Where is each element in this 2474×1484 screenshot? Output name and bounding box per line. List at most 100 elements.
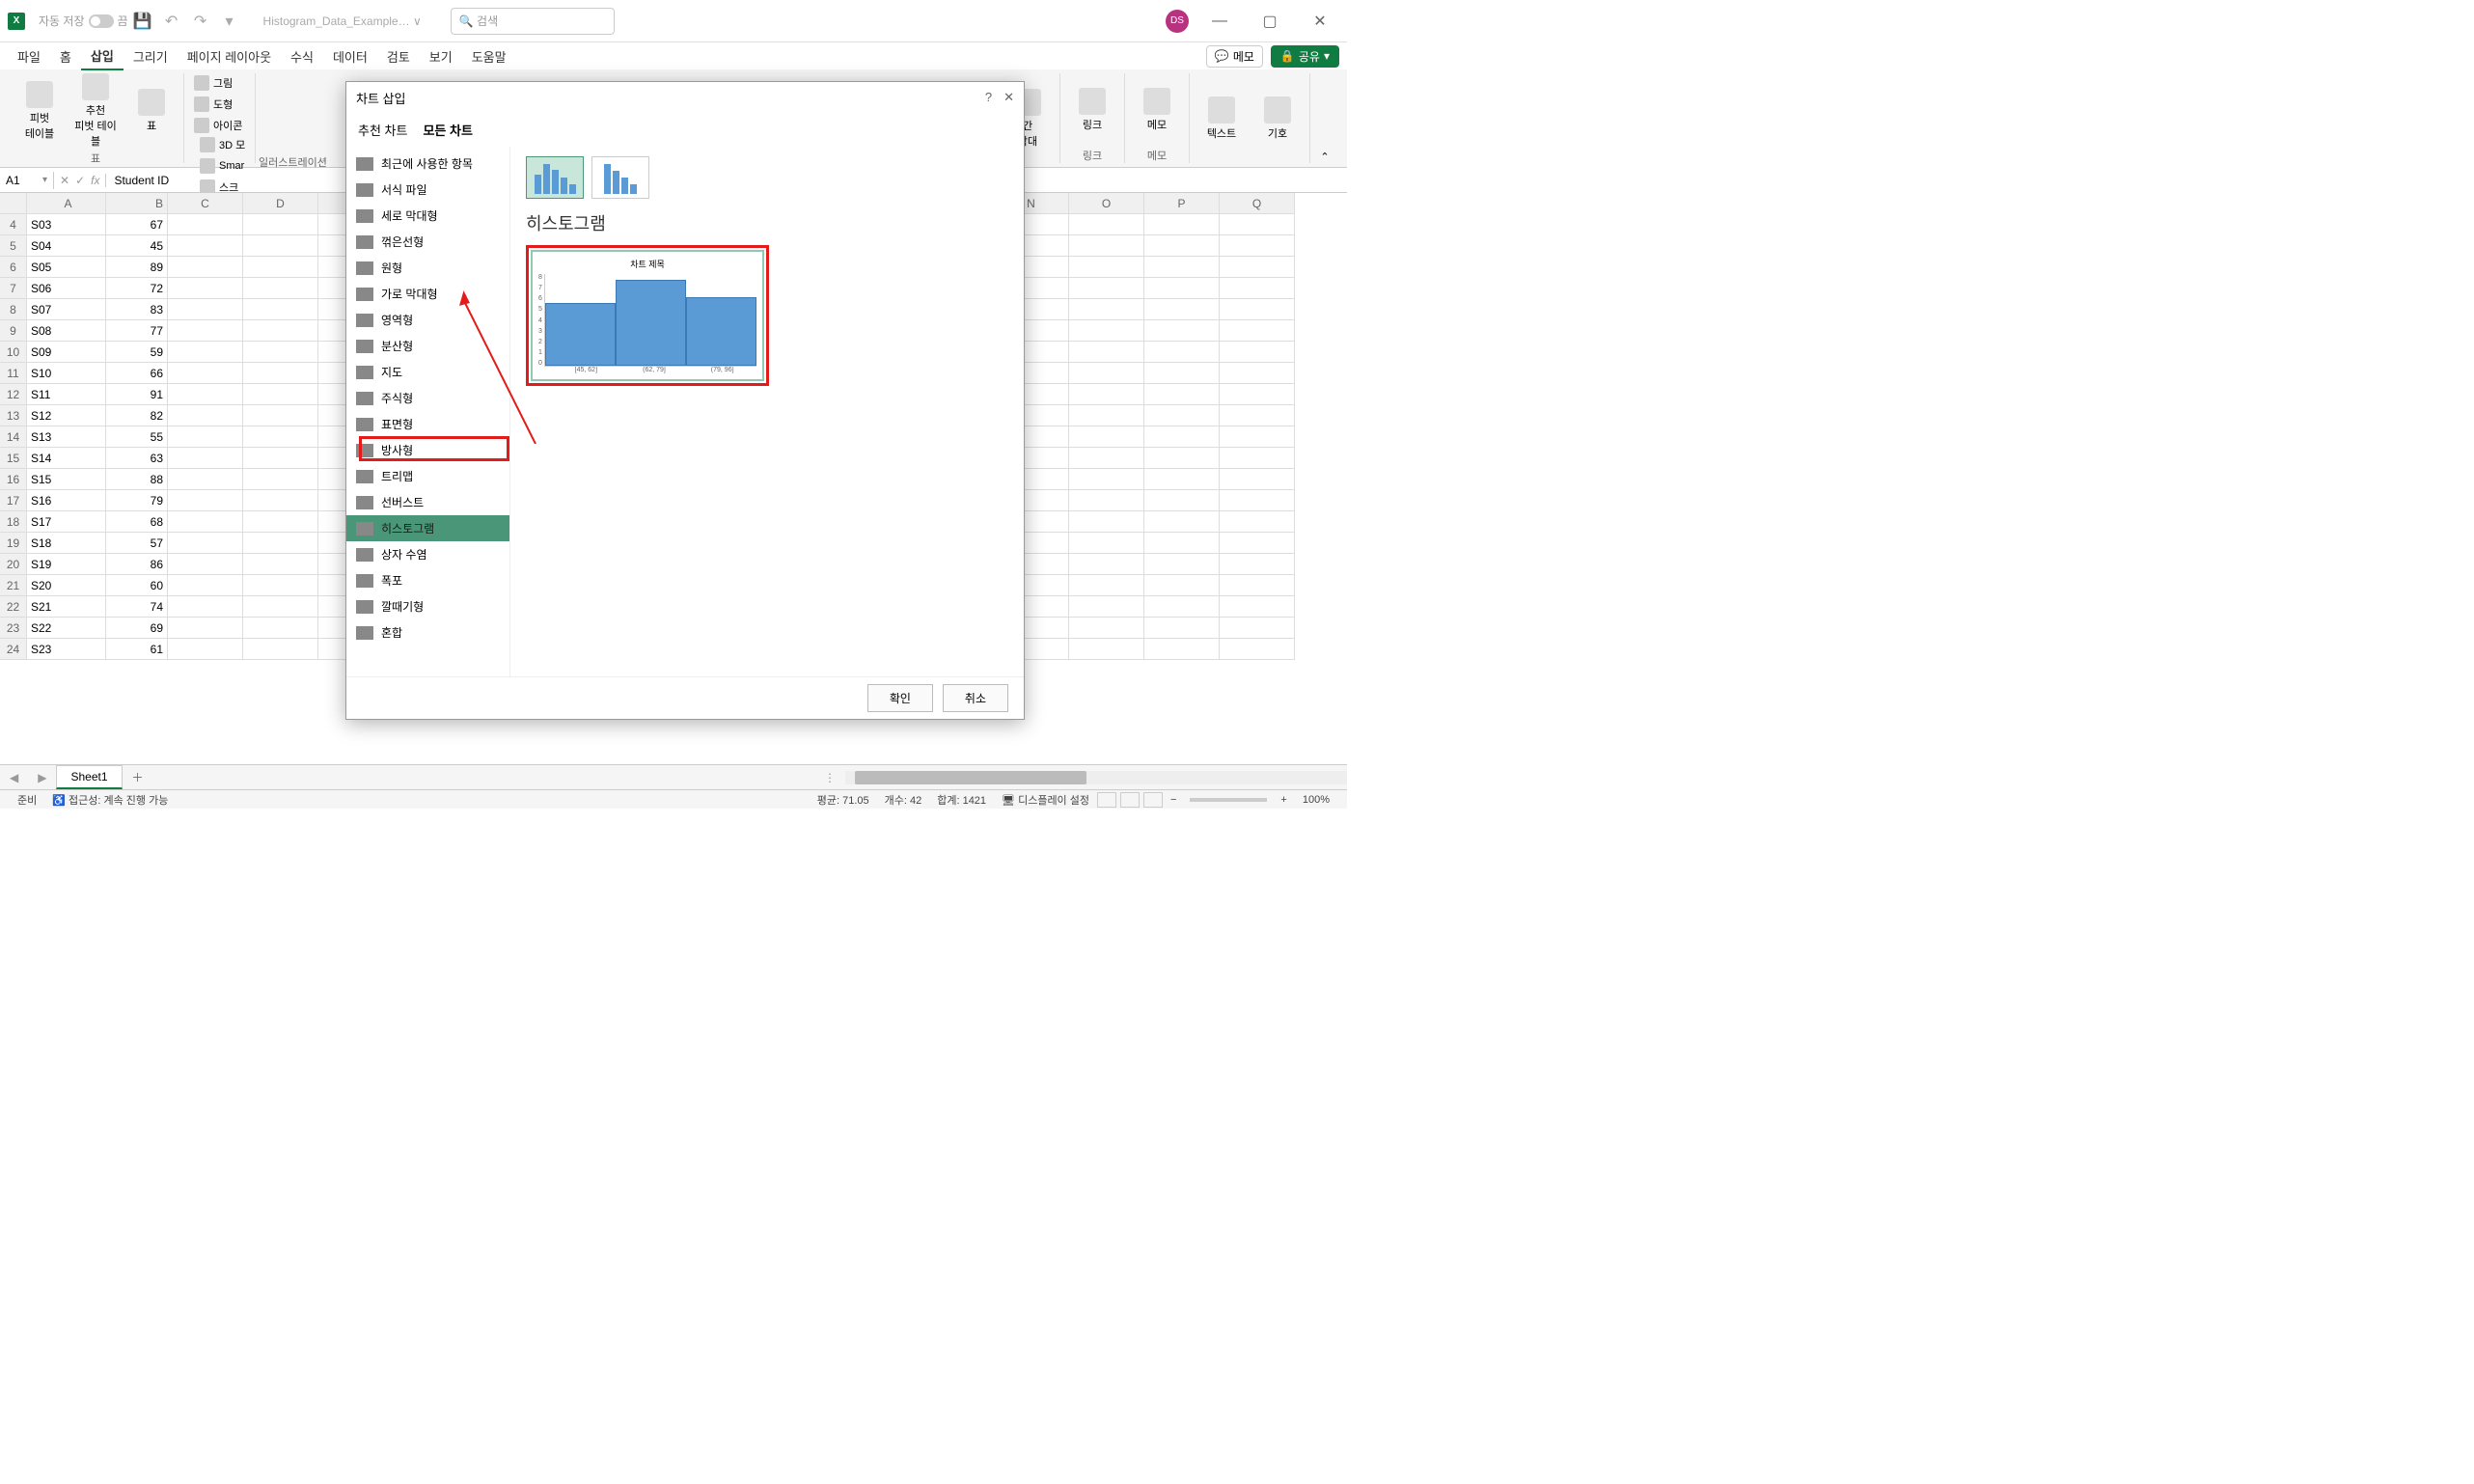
cell[interactable] xyxy=(1220,639,1295,660)
cell[interactable] xyxy=(243,639,318,660)
cell[interactable] xyxy=(1220,363,1295,384)
cell[interactable] xyxy=(1144,618,1220,639)
tab-draw[interactable]: 그리기 xyxy=(124,43,178,69)
tab-all-charts[interactable]: 모든 차트 xyxy=(421,117,474,143)
cell[interactable]: 77 xyxy=(106,320,168,342)
cell[interactable] xyxy=(1220,575,1295,596)
cell[interactable]: 63 xyxy=(106,448,168,469)
cell[interactable]: 61 xyxy=(106,639,168,660)
cell[interactable]: S15 xyxy=(27,469,106,490)
cell[interactable] xyxy=(1144,426,1220,448)
chart-type-item[interactable]: 히스토그램 xyxy=(346,515,509,541)
cell[interactable] xyxy=(1069,257,1144,278)
cell[interactable]: 45 xyxy=(106,235,168,257)
cell[interactable] xyxy=(243,469,318,490)
horizontal-scrollbar[interactable] xyxy=(845,771,1347,784)
cell[interactable] xyxy=(1144,299,1220,320)
cell[interactable] xyxy=(1144,596,1220,618)
cell[interactable]: 57 xyxy=(106,533,168,554)
dialog-help-icon[interactable]: ? xyxy=(985,90,992,105)
cell[interactable] xyxy=(1220,342,1295,363)
cell[interactable] xyxy=(243,384,318,405)
3d-models-button[interactable]: 3D 모 xyxy=(198,135,247,154)
sheet-prev-icon[interactable]: ◀ xyxy=(0,771,28,784)
row-header[interactable]: 13 xyxy=(0,405,27,426)
cell[interactable] xyxy=(1144,490,1220,511)
chart-type-item[interactable]: 세로 막대형 xyxy=(346,203,509,229)
chart-type-item[interactable]: 분산형 xyxy=(346,333,509,359)
chart-type-item[interactable]: 가로 막대형 xyxy=(346,281,509,307)
cell[interactable] xyxy=(1069,511,1144,533)
view-normal-button[interactable] xyxy=(1097,792,1116,808)
toggle-icon[interactable] xyxy=(89,14,114,28)
row-header[interactable]: 22 xyxy=(0,596,27,618)
undo-icon[interactable]: ↶ xyxy=(163,13,180,30)
cell[interactable] xyxy=(1144,257,1220,278)
tab-formulas[interactable]: 수식 xyxy=(281,43,323,69)
cell[interactable]: 82 xyxy=(106,405,168,426)
cell[interactable] xyxy=(1069,469,1144,490)
save-icon[interactable]: 💾 xyxy=(134,13,151,30)
cell[interactable]: S19 xyxy=(27,554,106,575)
cell[interactable] xyxy=(243,214,318,235)
cell[interactable] xyxy=(243,511,318,533)
cell[interactable] xyxy=(168,384,243,405)
chart-type-item[interactable]: 선버스트 xyxy=(346,489,509,515)
cell[interactable]: S04 xyxy=(27,235,106,257)
cell[interactable]: 60 xyxy=(106,575,168,596)
share-button[interactable]: 🔒 공유 ▾ xyxy=(1271,45,1339,68)
zoom-in-button[interactable]: + xyxy=(1280,794,1286,806)
cell[interactable]: S08 xyxy=(27,320,106,342)
cell[interactable] xyxy=(168,469,243,490)
view-page-break-button[interactable] xyxy=(1143,792,1163,808)
cell[interactable] xyxy=(1069,533,1144,554)
cell[interactable] xyxy=(243,618,318,639)
cell[interactable] xyxy=(243,320,318,342)
cell[interactable] xyxy=(1069,342,1144,363)
row-header[interactable]: 5 xyxy=(0,235,27,257)
cell[interactable]: S06 xyxy=(27,278,106,299)
row-header[interactable]: 17 xyxy=(0,490,27,511)
cell[interactable]: S16 xyxy=(27,490,106,511)
cell[interactable] xyxy=(168,214,243,235)
comments-button[interactable]: 💬 메모 xyxy=(1206,45,1263,68)
cell[interactable]: S17 xyxy=(27,511,106,533)
cell[interactable] xyxy=(1144,575,1220,596)
cell[interactable] xyxy=(1069,575,1144,596)
cell[interactable]: 74 xyxy=(106,596,168,618)
cell[interactable] xyxy=(1069,554,1144,575)
tab-insert[interactable]: 삽입 xyxy=(81,42,124,70)
dialog-close-icon[interactable]: ✕ xyxy=(1003,90,1014,105)
pivot-table-button[interactable]: 피벗 테이블 xyxy=(15,73,64,149)
maximize-icon[interactable]: ▢ xyxy=(1251,8,1289,35)
link-button[interactable]: 링크 xyxy=(1068,73,1116,146)
cell[interactable] xyxy=(1220,299,1295,320)
cell[interactable] xyxy=(168,235,243,257)
row-header[interactable]: 20 xyxy=(0,554,27,575)
avatar[interactable]: DS xyxy=(1166,10,1189,33)
pareto-subtype[interactable] xyxy=(591,156,649,199)
cell[interactable]: S21 xyxy=(27,596,106,618)
cell[interactable] xyxy=(1220,320,1295,342)
cell[interactable] xyxy=(1144,278,1220,299)
cell[interactable] xyxy=(168,278,243,299)
cell[interactable] xyxy=(243,278,318,299)
sheet-next-icon[interactable]: ▶ xyxy=(28,771,56,784)
row-header[interactable]: 21 xyxy=(0,575,27,596)
accept-formula-icon[interactable]: ✓ xyxy=(75,174,85,187)
cell[interactable] xyxy=(168,405,243,426)
cell[interactable] xyxy=(168,490,243,511)
sheet-tab[interactable]: Sheet1 xyxy=(56,765,122,789)
cell[interactable] xyxy=(1220,426,1295,448)
cell[interactable] xyxy=(243,575,318,596)
tab-view[interactable]: 보기 xyxy=(420,43,462,69)
cell[interactable] xyxy=(168,363,243,384)
col-header[interactable]: P xyxy=(1144,193,1220,214)
cell[interactable] xyxy=(168,575,243,596)
add-sheet-button[interactable]: ＋ xyxy=(123,769,153,785)
cell[interactable]: 59 xyxy=(106,342,168,363)
cell[interactable] xyxy=(1069,618,1144,639)
cell[interactable] xyxy=(1144,511,1220,533)
cell[interactable]: 79 xyxy=(106,490,168,511)
cell[interactable] xyxy=(1144,235,1220,257)
